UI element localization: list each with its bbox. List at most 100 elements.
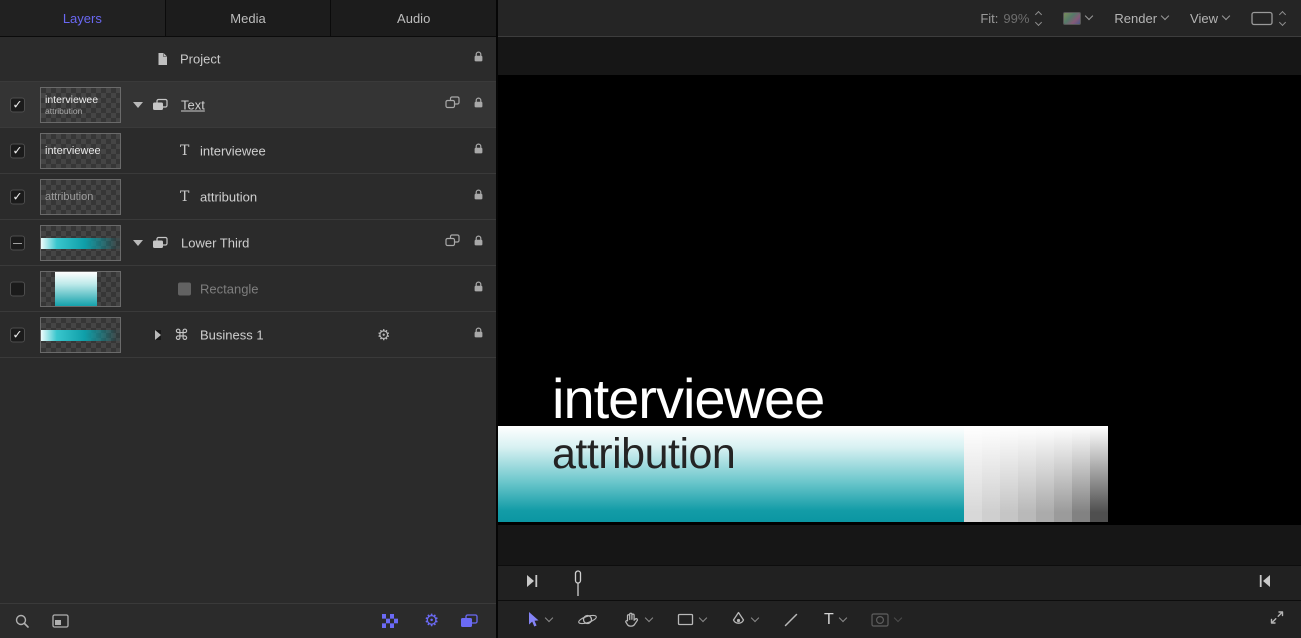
chevron-down-icon [751,613,759,621]
orbit-icon [577,611,598,628]
text-layer-icon: T [180,143,189,159]
layer-row-text-group[interactable]: interviewee attribution Text [0,82,496,128]
canvas-title-text[interactable]: interviewee [552,371,824,427]
layer-row-project[interactable]: Project [0,37,496,82]
display-stepper[interactable] [1280,12,1285,25]
layer-row-interviewee[interactable]: interviewee T interviewee [0,128,496,174]
layer-name[interactable]: interviewee [200,143,266,158]
play-range-out-marker[interactable] [1259,574,1271,593]
layer-name[interactable]: Business 1 [200,327,264,342]
expand-view-icon[interactable] [1269,609,1285,630]
blend-mode-icon[interactable] [445,234,460,252]
gradient-step [1072,426,1090,522]
text-tool[interactable]: T [824,612,846,628]
viewer-toolbar: Fit: 99% Render View [498,0,1301,37]
layers-panel-footer: ⚙ [0,603,496,638]
play-range-in-marker[interactable] [526,574,538,593]
visibility-checkbox[interactable] [10,189,25,204]
line-tool[interactable] [783,612,799,628]
lock-icon[interactable] [473,188,484,206]
tab-layers[interactable]: Layers [0,0,166,36]
bezier-pen-tool[interactable] [731,611,758,628]
layers-pane-toggle-icon[interactable] [460,614,478,628]
composition-canvas[interactable]: interviewee attribution [498,75,1301,525]
shape-icon [178,282,191,295]
lower-third-bar-graphic[interactable]: attribution [498,426,1108,522]
layer-name[interactable]: Lower Third [181,235,249,250]
view-menu-label: View [1190,11,1218,26]
text-tool-icon: T [824,612,834,628]
pan-tool[interactable] [623,611,652,628]
search-icon[interactable] [14,613,30,629]
visibility-checkbox[interactable] [10,143,25,158]
gradient-steps [964,426,1108,522]
channel-preview-menu[interactable] [1063,12,1092,25]
image-mask-tool [871,613,901,627]
layer-row-attribution[interactable]: attribution T attribution [0,174,496,220]
gradient-step [1054,426,1072,522]
lock-icon[interactable] [473,96,484,114]
layer-name[interactable]: Text [181,97,205,112]
tab-media[interactable]: Media [166,0,332,36]
layer-name[interactable]: attribution [200,189,257,204]
preview-size-icon[interactable] [52,614,69,628]
disclosure-triangle[interactable] [155,330,161,340]
thumbnail-text: attribution [45,106,120,116]
adjust-3d-transform-tool[interactable] [577,611,598,628]
select-transform-tool[interactable] [526,611,552,628]
visibility-checkbox[interactable] [10,235,25,250]
visibility-checkbox[interactable] [10,281,25,296]
lock-icon[interactable] [473,50,484,68]
visibility-checkbox[interactable] [10,327,25,342]
fit-zoom-control[interactable]: Fit: 99% [980,11,1041,26]
layer-name[interactable]: Rectangle [200,281,259,296]
lock-icon[interactable] [473,142,484,160]
blend-mode-icon[interactable] [445,96,460,114]
gear-icon[interactable]: ⚙ [424,611,439,631]
viewer-panel: Fit: 99% Render View int [498,0,1301,638]
thumbnail-text: attribution [45,191,120,203]
layer-name[interactable]: Project [180,52,220,67]
chevron-down-icon [839,613,847,621]
render-menu[interactable]: Render [1114,11,1168,26]
gear-icon[interactable]: ⚙ [377,326,390,344]
layer-thumbnail [40,317,121,353]
lock-icon[interactable] [473,326,484,344]
canvas-viewport[interactable]: interviewee attribution [498,37,1301,565]
thumbnail-text: interviewee [45,145,120,157]
chevron-down-icon [1085,12,1093,20]
group-icon [152,236,168,249]
view-menu[interactable]: View [1190,11,1229,26]
rectangle-shape-tool[interactable] [677,612,706,627]
layer-thumbnail [40,225,121,261]
gradient-step [964,426,982,522]
chevron-down-icon [645,613,653,621]
visibility-checkbox[interactable] [10,97,25,112]
playhead-marker[interactable] [573,570,583,602]
motion-app-window: Layers Media Audio Project interviewee [0,0,1301,638]
display-control[interactable] [1251,11,1285,26]
lock-icon[interactable] [473,280,484,298]
layer-row-lower-third[interactable]: Lower Third [0,220,496,266]
lock-icon[interactable] [473,234,484,252]
tab-audio[interactable]: Audio [331,0,496,36]
timing-mini-timeline[interactable] [498,565,1301,600]
hand-icon [623,611,640,628]
canvas-tools-bar: T [498,600,1301,638]
layer-thumbnail: interviewee [40,133,121,169]
disclosure-triangle[interactable] [133,240,143,246]
render-menu-label: Render [1114,11,1157,26]
layer-row-rectangle[interactable]: Rectangle [0,266,496,312]
gradient-step [1018,426,1036,522]
disclosure-triangle[interactable] [133,102,143,108]
mask-icon [871,613,889,627]
gradient-step [1090,426,1108,522]
gradient-step [1036,426,1054,522]
canvas-subtitle-text[interactable]: attribution [552,433,735,476]
chevron-down-icon [545,613,553,621]
chevron-down-icon [1222,12,1230,20]
transparency-checkerboard-icon[interactable] [382,614,398,628]
zoom-stepper[interactable] [1036,12,1041,25]
rectangle-icon [677,612,694,627]
layer-row-business-1[interactable]: ⌘ Business 1 ⚙ [0,312,496,358]
